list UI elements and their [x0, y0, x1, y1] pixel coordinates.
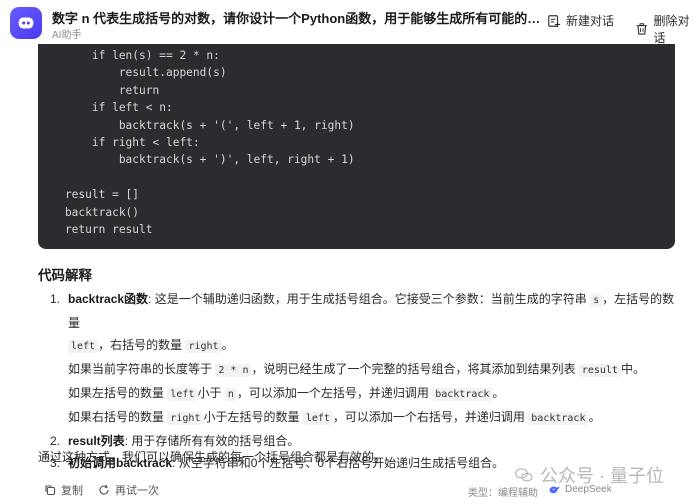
inline-code: 2 * n	[215, 364, 252, 377]
item-text: 小于左括号的数量	[203, 410, 300, 424]
model-badge: DeepSeek	[548, 483, 612, 496]
code-line: if right < left:	[38, 135, 200, 149]
code-line: if len(s) == 2 * n:	[38, 49, 220, 62]
code-line: if left < n:	[38, 101, 173, 115]
list-item: 1. backtrack函数: 这是一个辅助递归函数，用于生成括号组合。它接受三…	[50, 288, 680, 430]
inline-code: right	[185, 340, 222, 353]
explanation-heading: 代码解释	[38, 268, 92, 283]
conversation-title: 数字 n 代表生成括号的对数，请你设计一个Python函数，用于能够生成所有可能…	[52, 11, 542, 26]
new-chat-label: 新建对话	[566, 14, 615, 28]
chat-header: 数字 n 代表生成括号的对数，请你设计一个Python函数，用于能够生成所有可能…	[0, 0, 700, 46]
code-line: return result	[38, 222, 153, 236]
item-text: 。	[588, 410, 601, 424]
item-text: 。	[492, 386, 505, 400]
conclusion-text: 通过这种方式，我们可以确保生成的每一个括号组合都是有效的。	[38, 450, 387, 464]
inline-code: left	[167, 388, 198, 401]
message-footer: 复制 再试一次 类型：编程辅助 DeepSeek	[0, 478, 700, 504]
inline-code: result	[578, 364, 621, 377]
code-line: return	[38, 83, 160, 97]
code-line: backtrack(s + ')', left, right + 1)	[38, 153, 355, 167]
term-result: result列表	[68, 434, 125, 448]
inline-code: s	[590, 294, 603, 307]
term-backtrack: backtrack函数	[68, 292, 149, 306]
robot-icon	[18, 17, 34, 29]
assistant-name: AI助手	[52, 30, 82, 41]
model-name: DeepSeek	[565, 484, 612, 495]
assistant-logo	[10, 7, 42, 39]
item-text: 小于	[197, 386, 222, 400]
copy-label: 复制	[61, 485, 83, 497]
item-text: 如果左括号的数量	[68, 386, 165, 400]
inline-code: left	[68, 340, 99, 353]
refresh-icon	[99, 484, 109, 495]
item-text: ，可以添加一个右括号，并递归调用	[332, 410, 525, 424]
new-chat-button[interactable]: 新建对话	[547, 12, 614, 29]
code-line: backtrack(s + '(', left + 1, right)	[38, 118, 355, 132]
list-number: 1.	[50, 292, 61, 306]
inline-code: right	[167, 412, 204, 425]
delete-chat-label: 删除对话	[653, 14, 690, 45]
new-chat-icon	[548, 14, 561, 27]
item-text: 。	[221, 338, 234, 352]
code-block: if len(s) == 2 * n: result.append(s) ret…	[38, 44, 675, 249]
retry-label: 再试一次	[115, 485, 159, 497]
copy-button[interactable]: 复制	[44, 482, 83, 498]
code-line: result = []	[38, 188, 140, 202]
inline-code: backtrack	[528, 412, 589, 425]
deepseek-whale-icon	[549, 486, 560, 494]
inline-code: n	[224, 388, 237, 401]
item-text: ，可以添加一个左括号，并递归调用	[236, 386, 429, 400]
item-text: 中。	[620, 362, 645, 376]
delete-chat-button[interactable]: 删除对话	[635, 12, 700, 46]
item-text: : 用于存储所有有效的括号组合。	[124, 434, 300, 448]
category-label: 类型：编程辅助	[468, 488, 538, 499]
item-text: ，右括号的数量	[98, 338, 183, 352]
item-text: 如果右括号的数量	[68, 410, 165, 424]
code-line: result.append(s)	[38, 66, 227, 80]
item-text: ，说明已经生成了一个完整的括号组合，将其添加到结果列表	[251, 362, 576, 376]
trash-icon	[636, 23, 647, 35]
item-text: : 这是一个辅助递归函数，用于生成括号组合。它接受三个参数：当前生成的字符串	[148, 292, 587, 306]
inline-code: backtrack	[432, 388, 493, 401]
retry-button[interactable]: 再试一次	[98, 482, 159, 498]
item-text: 如果当前字符串的长度等于	[68, 362, 213, 376]
inline-code: left	[302, 412, 333, 425]
explanation-list: 1. backtrack函数: 这是一个辅助递归函数，用于生成括号组合。它接受三…	[50, 288, 680, 474]
code-line: backtrack()	[38, 205, 140, 219]
copy-icon	[45, 485, 56, 496]
